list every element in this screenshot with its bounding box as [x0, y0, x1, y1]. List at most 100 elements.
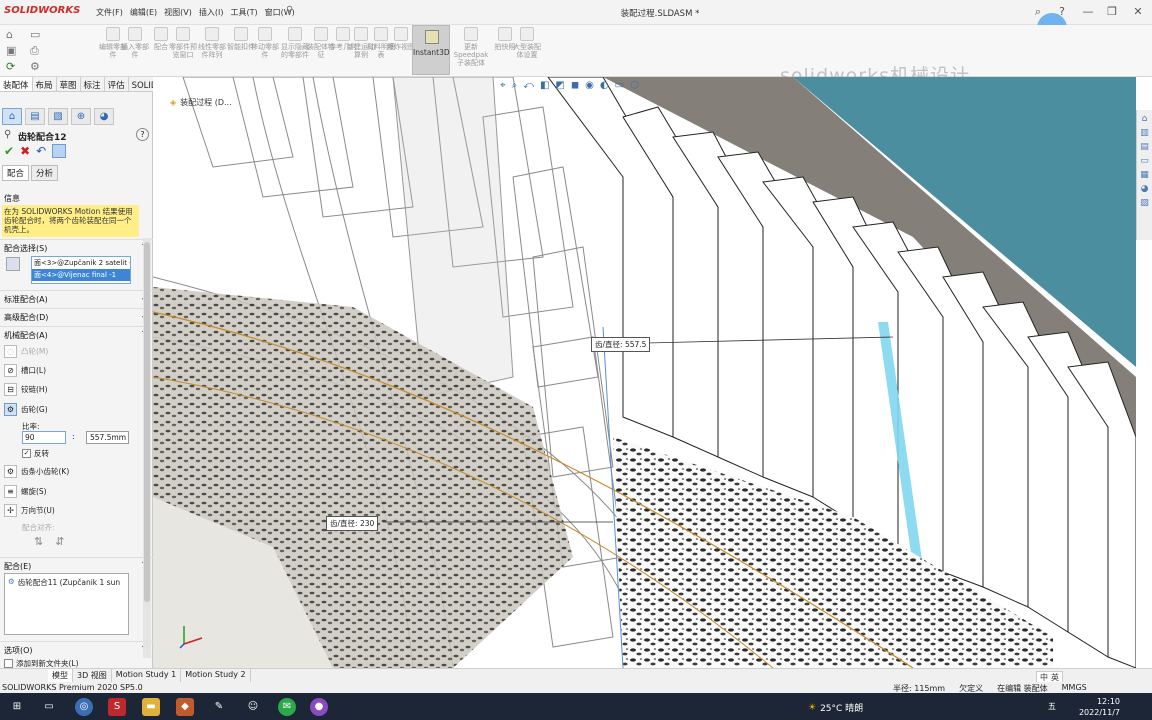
new-file-icon[interactable]: ⌂ — [6, 28, 13, 41]
section-mechanical-mates[interactable]: 机械配合(A) ⌃ — [0, 326, 153, 342]
start-icon[interactable]: ⊞ — [8, 698, 26, 716]
appearance-icon[interactable]: ◐ — [600, 80, 609, 91]
view-settings-icon[interactable]: ⬡ — [630, 80, 639, 91]
mate-option-universal-joint[interactable]: ✢ 万向节(U) — [4, 501, 55, 519]
dimension-callout-ring[interactable]: 齿/直径: 557.5 — [591, 337, 651, 352]
menu-tools[interactable]: 工具(T) — [230, 7, 257, 18]
open-file-icon[interactable]: ▭ — [30, 28, 40, 41]
design-library-icon[interactable]: ▤ — [1140, 142, 1149, 152]
app-taskbar-icon[interactable]: ◆ — [176, 698, 194, 716]
feature-tree-flyout[interactable]: ◈ 装配过程 (D... — [170, 97, 232, 108]
appearances-icon[interactable]: ◕ — [1141, 184, 1149, 194]
options-icon[interactable]: ⚙ — [30, 60, 40, 73]
section-advanced-mates[interactable]: 高级配合(D) ⌄ — [0, 308, 153, 324]
mate-option-screw[interactable]: ≡ 螺旋(S) — [4, 482, 47, 500]
section-view-icon[interactable]: ◧ — [540, 80, 549, 91]
anti-aligned-icon[interactable]: ⇵ — [55, 535, 64, 548]
mate-selection-list[interactable]: 面<3>@Zupčanik 2 satelit -3 面<4>@Vijenac … — [31, 256, 131, 284]
browser-icon[interactable]: ◎ — [75, 698, 93, 716]
instant3d-button[interactable]: Instant3D — [412, 25, 450, 75]
home-icon[interactable]: ⌂ — [1142, 114, 1148, 124]
menu-view[interactable]: 视图(V) — [164, 7, 192, 18]
tab-model[interactable]: 模型 — [48, 669, 73, 682]
tab-motion-study-2[interactable]: Motion Study 2 — [181, 669, 251, 682]
list-item[interactable]: ⚙ 齿轮配合11 (Zupčanik 1 sun — [8, 577, 125, 588]
print-icon[interactable]: ⎙ — [30, 44, 39, 58]
reverse-checkbox[interactable]: ✓ 反转 — [22, 448, 49, 459]
save-icon[interactable]: ▣ — [6, 44, 16, 57]
mate-option-gear[interactable]: ⚙ 齿轮(G) — [4, 400, 48, 418]
file-explorer-taskbar-icon[interactable]: ▬ — [142, 698, 160, 716]
zoom-to-fit-icon[interactable]: ⌖ — [500, 80, 506, 91]
mate-option-rack-pinion[interactable]: ⚙ 齿条小齿轮(K) — [4, 462, 69, 480]
tab-sketch[interactable]: 草图 — [57, 77, 81, 91]
section-standard-mates[interactable]: 标准配合(A) ⌄ — [0, 290, 153, 306]
zoom-area-icon[interactable]: ⌕ — [512, 80, 518, 91]
rebuild-icon[interactable]: ⟳ — [6, 60, 15, 73]
mates-list[interactable]: ⚙ 齿轮配合11 (Zupčanik 1 sun — [4, 573, 129, 635]
input-language[interactable]: 五 — [1048, 701, 1056, 712]
solidworks-taskbar-icon[interactable]: S — [108, 698, 126, 716]
tab-mates[interactable]: 配合 — [2, 165, 30, 181]
tab-markup[interactable]: 标注 — [81, 77, 105, 91]
view-orientation-icon[interactable]: ◩ — [555, 80, 564, 91]
ratio-input-b[interactable]: 557.5mm — [86, 431, 129, 444]
graphics-viewport[interactable] — [153, 77, 1136, 668]
property-manager-icon[interactable]: ▤ — [25, 108, 45, 125]
media-taskbar-icon[interactable]: ● — [310, 698, 328, 716]
view-palette-icon[interactable]: ▦ — [1140, 170, 1149, 180]
tab-evaluate[interactable]: 评估 — [105, 77, 129, 91]
list-item[interactable]: 面<3>@Zupčanik 2 satelit -3 — [32, 257, 130, 269]
tab-assembly[interactable]: 装配体 — [0, 77, 33, 91]
tab-3d-views[interactable]: 3D 视图 — [73, 669, 112, 682]
large-assembly-settings-button[interactable]: 大型装配体设置 — [512, 27, 542, 59]
menu-edit[interactable]: 编辑(E) — [130, 7, 157, 18]
move-component-button[interactable]: 移动零部件 — [250, 27, 280, 59]
file-explorer-icon[interactable]: ▭ — [1140, 156, 1149, 166]
menu-file[interactable]: 文件(F) — [96, 7, 123, 18]
linear-pattern-button[interactable]: 线性零部件阵列 — [197, 27, 227, 59]
mate-option-slot[interactable]: ⊘ 槽口(L) — [4, 361, 46, 379]
display-style-icon[interactable]: ◼ — [571, 80, 579, 91]
menu-insert[interactable]: 插入(I) — [199, 7, 224, 18]
paint-taskbar-icon[interactable]: ✎ — [210, 698, 228, 716]
display-manager-icon[interactable]: ◕ — [94, 108, 114, 125]
scene-icon[interactable]: ▭ — [615, 80, 624, 91]
task-view-icon[interactable]: ▭ — [40, 698, 58, 716]
pin-menu-icon[interactable]: ⚲ — [286, 5, 293, 16]
wechat-taskbar-icon[interactable]: ✉ — [278, 698, 296, 716]
mate-option-hinge[interactable]: ⊟ 铰链(H) — [4, 380, 48, 398]
section-options[interactable]: 选项(O) ⌃ — [0, 641, 153, 657]
aligned-icon[interactable]: ⇅ — [34, 535, 43, 548]
section-mates[interactable]: 配合(E) ⌃ — [0, 557, 153, 573]
dimension-callout-planet[interactable]: 齿/直径: 230 — [326, 516, 379, 531]
resources-icon[interactable]: ▥ — [1140, 128, 1149, 138]
tab-layout[interactable]: 布局 — [33, 77, 57, 91]
system-clock[interactable]: 12:10 2022/11/7 — [1060, 696, 1120, 718]
weather-widget[interactable]: ☀ 25°C 晴朗 — [808, 701, 863, 715]
list-item[interactable]: 面<4>@Vijenac final -1 — [32, 269, 130, 281]
qq-taskbar-icon[interactable]: ☺ — [244, 698, 262, 716]
update-speedpak-button[interactable]: 更新 Speedpak 子装配体 — [452, 27, 490, 67]
close-icon[interactable]: ✕ — [1130, 4, 1146, 20]
dimxpert-icon[interactable]: ⊕ — [71, 108, 91, 125]
section-mate-selections[interactable]: 配合选择(S) ⌃ — [0, 239, 153, 255]
tab-motion-study-1[interactable]: Motion Study 1 — [112, 669, 182, 682]
tab-analysis[interactable]: 分析 — [31, 165, 59, 181]
ratio-input-a[interactable]: 90 — [22, 431, 66, 444]
keep-visible-pin-icon[interactable] — [52, 144, 67, 158]
help-button[interactable]: ? — [136, 128, 149, 141]
configuration-manager-icon[interactable]: ▧ — [48, 108, 68, 125]
component-preview-button[interactable]: 零部件预览窗口 — [168, 27, 198, 59]
previous-view-icon[interactable]: ⤺ — [523, 80, 534, 91]
mate-option-cam[interactable]: ◌ 凸轮(M) — [4, 342, 48, 360]
cancel-icon[interactable]: ✖ — [20, 144, 30, 158]
undo-icon[interactable]: ↶ — [36, 144, 46, 158]
minimize-icon[interactable]: — — [1080, 4, 1096, 20]
feature-manager-icon[interactable]: ⌂ — [2, 108, 22, 125]
pm-scrollbar-thumb[interactable] — [144, 242, 150, 602]
section-info[interactable]: 信息 — [0, 190, 153, 206]
custom-properties-icon[interactable]: ▧ — [1140, 198, 1149, 208]
ok-icon[interactable]: ✔ — [4, 144, 14, 158]
hide-show-icon[interactable]: ◉ — [585, 80, 594, 91]
